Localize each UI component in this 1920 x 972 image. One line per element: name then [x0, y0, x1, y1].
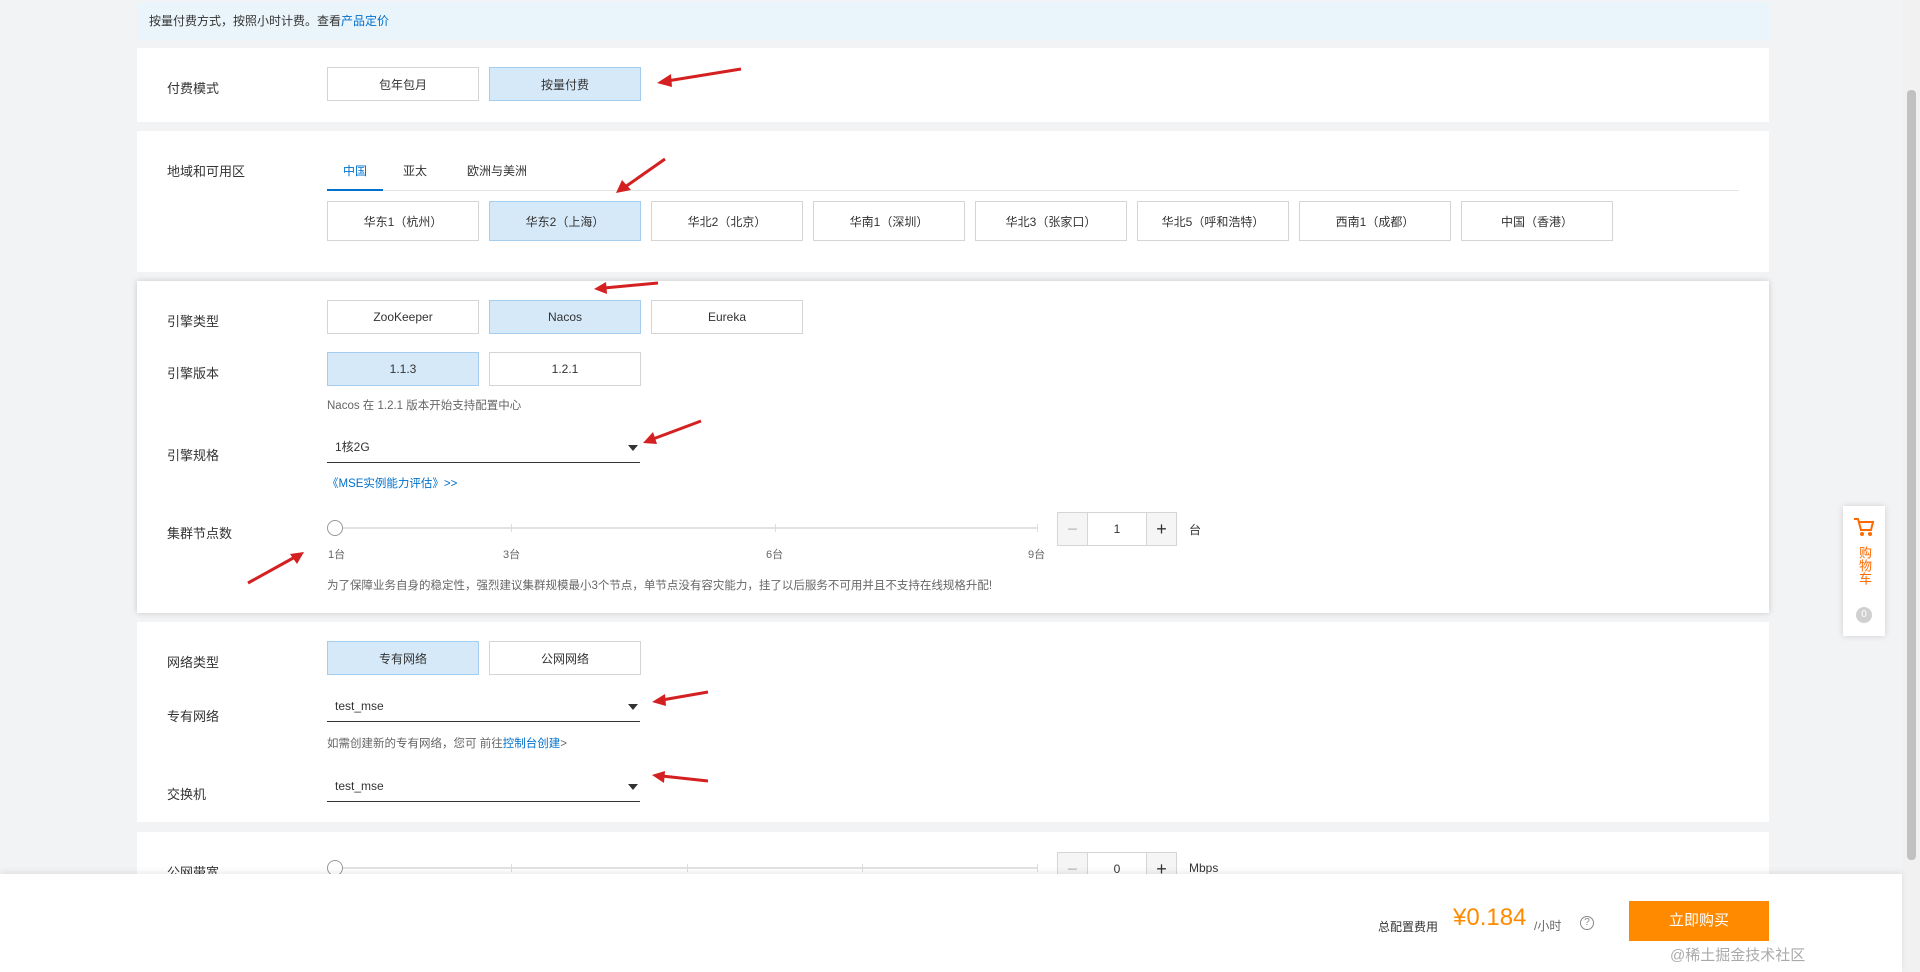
billing-subscription-option[interactable]: 包年包月	[327, 67, 479, 101]
billing-section: 付费模式 包年包月 按量付费	[137, 48, 1769, 122]
network-public-option[interactable]: 公网网络	[489, 641, 641, 675]
billing-payg-option[interactable]: 按量付费	[489, 67, 641, 101]
engine-version-label: 引擎版本	[167, 366, 220, 381]
annotation-arrow	[657, 67, 742, 87]
billing-label: 付费模式	[167, 81, 220, 96]
zone-shenzhen[interactable]: 华南1（深圳）	[813, 201, 965, 241]
slider-tick	[687, 864, 688, 872]
slider-tick	[511, 864, 512, 872]
zone-zhangjiakou[interactable]: 华北3（张家口）	[975, 201, 1127, 241]
zone-hangzhou[interactable]: 华东1（杭州）	[327, 201, 479, 241]
tick-label: 1台	[328, 549, 346, 561]
minus-icon[interactable]: −	[1058, 513, 1087, 545]
price-unit: /小时	[1534, 919, 1562, 933]
region-label: 地域和可用区	[167, 164, 246, 179]
cart-count-badge: 0	[1856, 607, 1872, 623]
page-scrollbar[interactable]	[1902, 0, 1920, 972]
cart-label: 购物车	[1857, 546, 1872, 585]
watermark: @稀土掘金技术社区	[1670, 947, 1806, 964]
annotation-arrow	[652, 771, 709, 783]
chevron-down-icon	[628, 704, 638, 710]
shopping-cart-float[interactable]: 购物车 0	[1843, 506, 1885, 636]
help-icon[interactable]: ?	[1580, 916, 1594, 930]
network-vpc-option[interactable]: 专有网络	[327, 641, 479, 675]
annotation-arrow	[652, 690, 709, 706]
bandwidth-unit: Mbps	[1189, 861, 1219, 875]
vpc-value: test_mse	[335, 699, 384, 713]
billing-notice: 按量付费方式，按照小时计费。查看产品定价	[137, 2, 1769, 40]
nodes-input[interactable]: 1	[1087, 513, 1147, 545]
engine-spec-select[interactable]: 1核2G	[327, 431, 640, 463]
nodes-slider-thumb[interactable]	[327, 520, 343, 536]
nodes-unit: 台	[1189, 523, 1202, 537]
scrollbar-thumb[interactable]	[1907, 90, 1916, 860]
vpc-note-text: 如需创建新的专有网络，您可 前往	[327, 738, 503, 750]
slider-tick	[862, 864, 863, 872]
config-page: 按量付费方式，按照小时计费。查看产品定价 付费模式 包年包月 按量付费 地域和可…	[137, 0, 1769, 972]
version-113-option[interactable]: 1.1.3	[327, 352, 479, 386]
switch-label: 交换机	[167, 787, 207, 802]
annotation-arrow	[594, 281, 659, 294]
tab-europe-americas[interactable]: 欧洲与美洲	[447, 151, 547, 191]
tick-label: 9台	[1028, 549, 1046, 561]
network-section: 网络类型 专有网络 公网网络 专有网络 test_mse 如需创建新的专有网络，…	[137, 622, 1769, 822]
engine-spec-value: 1核2G	[335, 440, 370, 454]
nodes-slider-track[interactable]	[335, 527, 1037, 529]
buy-now-button[interactable]: 立即购买	[1629, 901, 1769, 941]
nodes-stepper: − 1 +	[1057, 512, 1177, 546]
engine-spec-label: 引擎规格	[167, 448, 220, 463]
engine-section: 引擎类型 ZooKeeper Nacos Eureka 引擎版本 1.1.3 1…	[137, 281, 1769, 613]
engine-eureka-option[interactable]: Eureka	[651, 300, 803, 334]
vpc-note: 如需创建新的专有网络，您可 前往控制台创建>	[327, 735, 567, 751]
engine-zookeeper-option[interactable]: ZooKeeper	[327, 300, 479, 334]
switch-select[interactable]: test_mse	[327, 770, 640, 802]
zone-shanghai[interactable]: 华东2（上海）	[489, 201, 641, 241]
version-note: Nacos 在 1.2.1 版本开始支持配置中心	[327, 400, 522, 412]
vpc-label: 专有网络	[167, 709, 220, 724]
engine-nacos-option[interactable]: Nacos	[489, 300, 641, 334]
notice-text: 按量付费方式，按照小时计费。查看	[149, 14, 342, 28]
zone-chengdu[interactable]: 西南1（成都）	[1299, 201, 1451, 241]
cart-icon	[1854, 518, 1875, 536]
pricing-link[interactable]: 产品定价	[341, 14, 389, 28]
network-type-label: 网络类型	[167, 655, 220, 670]
slider-tick	[775, 524, 776, 532]
nodes-warning: 为了保障业务自身的稳定性，强烈建议集群规模最小3个节点，单节点没有容灾能力，挂了…	[327, 580, 993, 592]
console-create-link[interactable]: 控制台创建	[503, 738, 561, 750]
annotation-arrow	[616, 157, 666, 193]
zone-hohhot[interactable]: 华北5（呼和浩特）	[1137, 201, 1289, 241]
annotation-arrow	[247, 552, 304, 585]
region-tabs: 中国 亚太 欧洲与美洲	[327, 151, 1739, 191]
tick-label: 3台	[503, 549, 521, 561]
total-cost-label: 总配置费用	[1378, 920, 1439, 934]
vpc-select[interactable]: test_mse	[327, 690, 640, 722]
tick-label: 6台	[766, 549, 784, 561]
tab-asia-pacific[interactable]: 亚太	[387, 151, 443, 191]
tab-china[interactable]: 中国	[327, 151, 383, 191]
region-section: 地域和可用区 中国 亚太 欧洲与美洲 华东1（杭州） 华东2（上海） 华北2（北…	[137, 131, 1769, 272]
chevron-down-icon	[628, 784, 638, 790]
slider-tick	[1037, 524, 1038, 532]
nodes-label: 集群节点数	[167, 526, 233, 541]
zone-beijing[interactable]: 华北2（北京）	[651, 201, 803, 241]
annotation-arrow	[643, 419, 702, 444]
slider-tick	[1037, 864, 1038, 872]
version-121-option[interactable]: 1.2.1	[489, 352, 641, 386]
capability-link[interactable]: 《MSE实例能力评估》>>	[327, 475, 457, 491]
engine-type-label: 引擎类型	[167, 314, 220, 329]
chevron-down-icon	[628, 445, 638, 451]
slider-tick	[511, 524, 512, 532]
order-footer: 总配置费用 ¥0.184 /小时 ? 立即购买 @稀土掘金技术社区	[0, 874, 1902, 972]
bandwidth-slider-track[interactable]	[335, 867, 1037, 869]
switch-value: test_mse	[335, 779, 384, 793]
zone-hongkong[interactable]: 中国（香港）	[1461, 201, 1613, 241]
plus-icon[interactable]: +	[1147, 513, 1176, 545]
vpc-note-suffix: >	[560, 738, 567, 750]
total-price: ¥0.184	[1453, 904, 1527, 931]
